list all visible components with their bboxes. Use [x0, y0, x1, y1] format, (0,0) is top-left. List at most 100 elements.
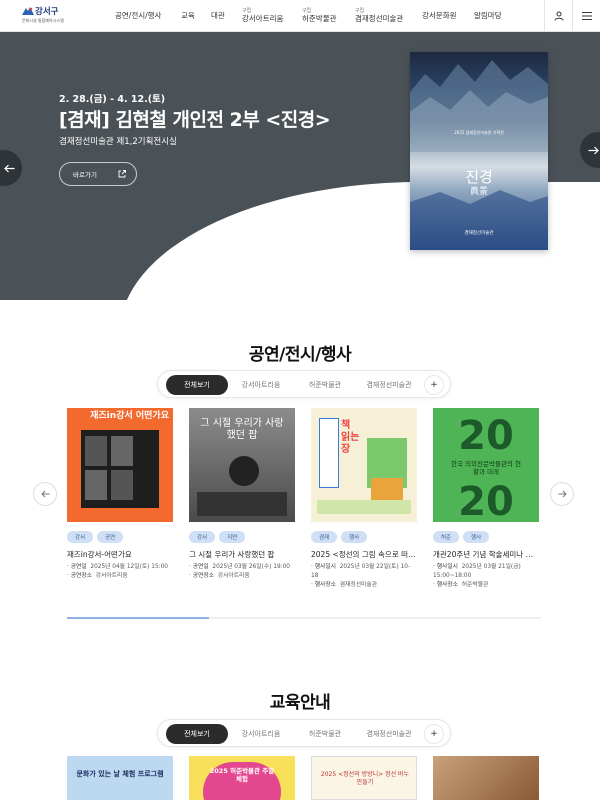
- section1-tabbar: 전체보기 강서아트리움 허준박물관 겸재정선미술관 +: [157, 370, 451, 398]
- hero-go-button[interactable]: 바로가기: [59, 162, 137, 186]
- event-meta: · 공연일 2025년 03월 26일(수) 19:00 · 공연장소 강서아트…: [189, 564, 290, 579]
- arrow-left-icon: [40, 490, 49, 498]
- tag-badge: 허준: [433, 531, 460, 543]
- poster-org: 겸재정선미술관: [464, 231, 494, 236]
- hero-title: [겸재] 김현철 개인전 2부 <진경>: [59, 109, 331, 131]
- meta-key: 행사장소: [436, 581, 459, 588]
- event-poster-image: 책 읽는 장: [311, 408, 417, 522]
- event-poster-image: 재즈in강서 어떤가요: [67, 408, 173, 522]
- event-card[interactable]: 책 읽는 장 겸재 행사 2025 <정선의 그림 속으로 떠… · 행사일시 …: [311, 408, 417, 590]
- plus-icon: +: [430, 729, 438, 739]
- logo-subtitle: 문화시설 통합예약시스템: [22, 18, 64, 23]
- event-meta: · 행사일시 2025년 03월 21일(금) 15:00~18:00 · 행사…: [433, 564, 521, 588]
- meta-key: 공연일: [70, 564, 87, 570]
- arrow-right-icon: [558, 490, 567, 498]
- arrow-left-icon: [4, 164, 15, 172]
- meta-key: 공연일: [192, 564, 209, 570]
- tab-atrium[interactable]: 강서아트리움: [230, 375, 292, 395]
- progress-fill: [67, 617, 210, 619]
- nav-label: 교육: [181, 11, 195, 21]
- education-card[interactable]: [433, 756, 539, 800]
- section-title-performance: 공연/전시/행사: [248, 345, 352, 365]
- nav-label: 공연/전시/행사: [115, 11, 162, 21]
- meta-value: 2025년 04월 12일(토) 15:00: [90, 564, 168, 570]
- nav-label: 대관: [211, 11, 225, 21]
- event-card[interactable]: 재즈in강서 어떤가요 강서 공연 재즈in강서-어떤가요 · 공연일 2025…: [67, 408, 173, 581]
- meta-value: 2025년 03월 26일(수) 19:00: [212, 564, 290, 570]
- login-button[interactable]: [544, 0, 572, 32]
- hero-next-button[interactable]: [580, 132, 600, 168]
- mountain-landscape-image: [410, 60, 548, 250]
- nav-label: 허준박물관: [302, 13, 337, 23]
- cards-prev-button[interactable]: [33, 482, 57, 506]
- nav-item-heojun-museum[interactable]: 구립 허준박물관: [302, 0, 337, 32]
- education-card[interactable]: 2025 허준박물관 주말체험: [189, 756, 295, 800]
- event-meta: · 공연일 2025년 04월 12일(토) 15:00 · 공연장소 강서아트…: [67, 564, 168, 579]
- nav-item-atrium[interactable]: 구립 강서아트리움: [242, 0, 283, 32]
- event-title: 2025 <정선의 그림 속으로 떠…: [311, 550, 416, 559]
- poster-text: 그 시절 우리가 사랑했던 팝: [200, 418, 284, 441]
- event-title: 그 시절 우리가 사랑했던 팝: [189, 550, 275, 559]
- edu-poster-text: 문화가 있는 날 체험 프로그램: [76, 770, 164, 778]
- hero-banner: 2. 28.(금) - 4. 12.(토) [겸재] 김현철 개인전 2부 <진…: [0, 32, 600, 300]
- plus-icon: +: [430, 380, 438, 390]
- tab-all[interactable]: 전체보기: [166, 724, 228, 744]
- hero-go-label: 바로가기: [73, 171, 97, 179]
- event-card[interactable]: 20 20 한국 의학전문박물관의 현황과 미래 허준 행사 개관20주년 기념…: [433, 408, 539, 590]
- tab-all[interactable]: 전체보기: [166, 375, 228, 395]
- nav-item-gyeomjae-museum[interactable]: 구립 겸재정선미술관: [355, 0, 403, 32]
- education-card[interactable]: 2025 <정선의 방방니> 정선 바누 만들기: [311, 756, 417, 800]
- nav-label: 강서아트리움: [242, 13, 284, 23]
- hero-prev-button[interactable]: [0, 150, 22, 186]
- tab-gyeomjae-museum[interactable]: 겸재정선미술관: [358, 375, 420, 395]
- poster-small-text: 2025 겸재정선미술관 기획전: [454, 130, 504, 135]
- edu-poster-text: 2025 <정선의 방방니> 정선 바누 만들기: [320, 771, 410, 786]
- meta-value: 강서아트리움: [95, 572, 128, 579]
- nav-item-rental[interactable]: 대관: [211, 0, 225, 32]
- tab-heojun-museum[interactable]: 허준박물관: [294, 724, 356, 744]
- meta-key: 공연장소: [192, 572, 215, 579]
- cards-next-button[interactable]: [550, 482, 574, 506]
- nav-item-notice[interactable]: 알림마당: [474, 0, 502, 32]
- nav-item-culture-center[interactable]: 강서문화원: [422, 0, 457, 32]
- header-actions: [544, 0, 600, 32]
- nav-item-performance[interactable]: 공연/전시/행사: [115, 0, 161, 32]
- nav-item-education[interactable]: 교육: [181, 0, 195, 32]
- site-header: 강서구 문화시설 통합예약시스템 공연/전시/행사 교육 대관 구립 강서아트리움…: [0, 0, 600, 32]
- meta-value: 강서아트리움: [217, 572, 250, 579]
- nav-label: 알림마당: [474, 11, 502, 21]
- tag-badge: 강서: [67, 531, 94, 543]
- nav-label: 강서문화원: [422, 11, 457, 21]
- tag-badge: 지연: [219, 531, 246, 543]
- section2-tabbar: 전체보기 강서아트리움 허준박물관 겸재정선미술관 +: [157, 719, 451, 747]
- event-poster-image: 그 시절 우리가 사랑했던 팝: [189, 408, 295, 522]
- education-card[interactable]: 문화가 있는 날 체험 프로그램: [67, 756, 173, 800]
- meta-value: 겸재정선미술관: [339, 581, 378, 588]
- tab-more-button[interactable]: +: [424, 375, 444, 395]
- external-link-icon: [118, 170, 126, 178]
- logo-title: 강서구: [35, 7, 59, 17]
- site-logo[interactable]: 강서구 문화시설 통합예약시스템: [22, 5, 70, 27]
- hero-venue: 겸재정선미술관 제1,2기획전시실: [59, 137, 177, 147]
- tag-badge: 겸재: [311, 531, 338, 543]
- event-meta: · 행사일시 2025년 03월 22일(토) 10-18 · 행사장소 겸재정…: [311, 564, 411, 588]
- section-title-education: 교육안내: [269, 693, 331, 713]
- tab-more-button[interactable]: +: [424, 724, 444, 744]
- poster-text: 재즈in강서 어떤가요: [90, 411, 169, 421]
- poster-subtitle: 眞景: [469, 187, 488, 197]
- hero-poster[interactable]: 2025 겸재정선미술관 기획전 진경 眞景 겸재정선미술관: [410, 52, 548, 250]
- edu-poster-text: 2025 허준박물관 주말체험: [209, 767, 275, 783]
- menu-icon: [581, 12, 592, 20]
- meta-value: 허준박물관: [461, 581, 489, 588]
- tag-badge: 행사: [463, 531, 490, 543]
- tab-gyeomjae-museum[interactable]: 겸재정선미술관: [358, 724, 420, 744]
- event-title: 개관20주년 기념 학술세미나 …: [433, 550, 534, 559]
- tab-heojun-museum[interactable]: 허준박물관: [294, 375, 356, 395]
- tab-atrium[interactable]: 강서아트리움: [230, 724, 292, 744]
- tag-badge: 강서: [189, 531, 216, 543]
- nav-label: 겸재정선미술관: [355, 13, 404, 23]
- tag-badge: 공연: [97, 531, 124, 543]
- menu-button[interactable]: [572, 0, 600, 32]
- hero-dates: 2. 28.(금) - 4. 12.(토): [59, 94, 166, 105]
- event-card[interactable]: 그 시절 우리가 사랑했던 팝 강서 지연 그 시절 우리가 사랑했던 팝 · …: [189, 408, 295, 581]
